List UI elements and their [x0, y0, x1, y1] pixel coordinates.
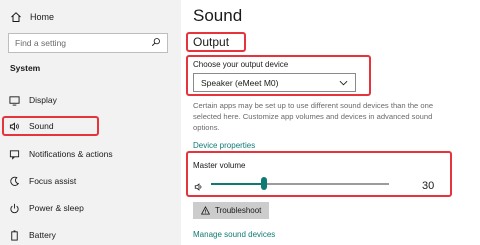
power-icon	[8, 202, 20, 214]
sidebar-item-label: Battery	[29, 230, 56, 240]
sidebar-item-label: Notifications & actions	[29, 149, 113, 159]
home-label: Home	[30, 12, 55, 22]
focus-assist-icon	[8, 175, 20, 187]
sidebar-item-display[interactable]: Display	[8, 92, 173, 108]
sidebar-item-label: Power & sleep	[29, 203, 84, 213]
search-placeholder: Find a setting	[15, 38, 67, 48]
sidebar-section-title: System	[10, 63, 41, 73]
settings-sidebar: Home Find a setting System Display Sound…	[0, 0, 181, 245]
device-properties-link[interactable]: Device properties	[193, 141, 255, 150]
sound-highlight-box	[2, 116, 99, 136]
output-heading: Output	[193, 35, 230, 49]
sidebar-item-label: Display	[29, 95, 57, 105]
master-volume-label: Master volume	[193, 161, 246, 170]
output-device-select[interactable]: Speaker (eMeet M0)	[193, 73, 356, 92]
troubleshoot-label: Troubleshoot	[215, 206, 262, 215]
volume-slider-track[interactable]	[211, 183, 389, 185]
notifications-icon	[8, 148, 20, 160]
troubleshoot-button[interactable]: Troubleshoot	[193, 202, 269, 219]
sidebar-item-battery[interactable]: Battery	[8, 227, 173, 243]
speaker-icon[interactable]	[194, 179, 204, 191]
volume-value: 30	[422, 180, 435, 192]
sidebar-home[interactable]: Home	[10, 10, 54, 24]
search-icon[interactable]	[151, 37, 161, 49]
chevron-down-icon	[339, 78, 348, 88]
volume-slider-thumb[interactable]	[261, 177, 268, 190]
home-icon	[10, 11, 22, 23]
battery-icon	[8, 229, 20, 241]
output-device-value: Speaker (eMeet M0)	[201, 77, 279, 88]
sidebar-item-notifications[interactable]: Notifications & actions	[8, 146, 173, 162]
search-input[interactable]: Find a setting	[8, 33, 168, 53]
manage-sound-devices-link[interactable]: Manage sound devices	[193, 230, 275, 239]
display-icon	[8, 94, 20, 106]
choose-device-label: Choose your output device	[193, 60, 289, 69]
output-description: Certain apps may be set up to use differ…	[193, 101, 434, 132]
page-title: Sound	[193, 6, 243, 25]
sidebar-item-power-sleep[interactable]: Power & sleep	[8, 200, 173, 216]
volume-slider-fill	[211, 183, 265, 185]
sidebar-item-focus-assist[interactable]: Focus assist	[8, 173, 173, 189]
warning-icon	[201, 206, 210, 215]
volume-highlight-box	[186, 151, 452, 197]
sidebar-item-label: Focus assist	[29, 176, 77, 186]
